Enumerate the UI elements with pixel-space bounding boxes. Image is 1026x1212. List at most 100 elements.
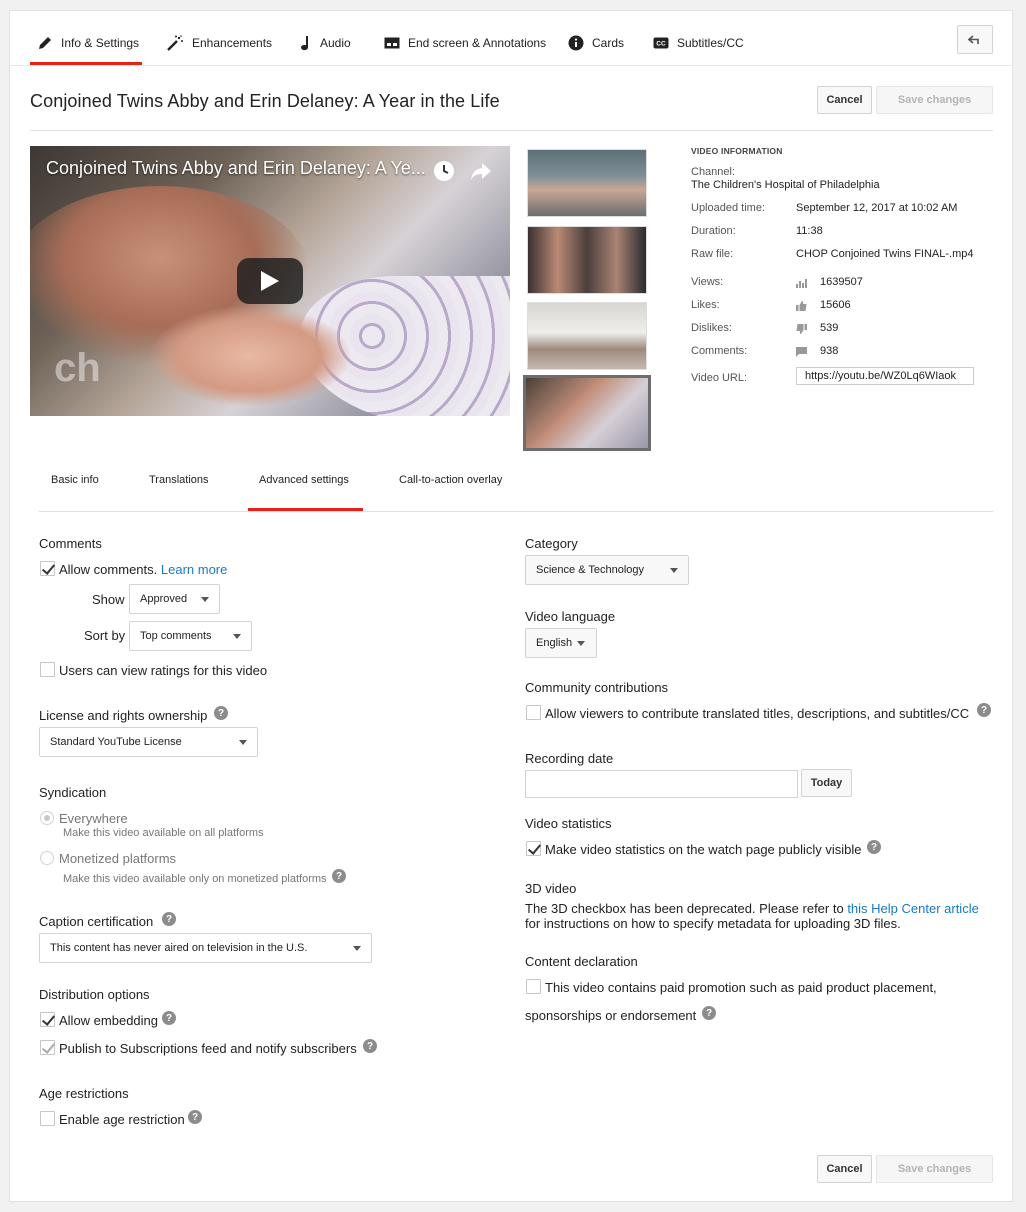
save-changes-button-bottom[interactable]: Save changes	[876, 1155, 993, 1183]
divider	[10, 65, 1012, 66]
age-restriction-checkbox[interactable]	[40, 1111, 55, 1126]
caption-select[interactable]: This content has never aired on televisi…	[39, 933, 372, 963]
stats-visible-checkbox[interactable]	[526, 841, 541, 856]
allow-comments-checkbox[interactable]	[40, 561, 55, 576]
channel-label: Channel:	[691, 166, 736, 178]
cc-icon: CC	[653, 37, 669, 49]
page-title: Conjoined Twins Abby and Erin Delaney: A…	[30, 91, 500, 111]
likes-label: Likes:	[691, 299, 720, 311]
channel-value: The Children's Hospital of Philadelphia	[691, 179, 880, 191]
paid-promotion-checkbox[interactable]	[526, 979, 541, 994]
video-player[interactable]: Conjoined Twins Abby and Erin Delaney: A…	[30, 146, 510, 416]
watch-later-icon[interactable]	[433, 160, 455, 182]
help-icon[interactable]: ?	[977, 703, 991, 717]
tab-enhancements[interactable]: Enhancements	[166, 31, 272, 55]
back-arrow-icon	[968, 34, 979, 44]
help-icon[interactable]: ?	[162, 912, 176, 926]
sort-comments-select[interactable]: Top comments	[129, 621, 252, 651]
cancel-button[interactable]: Cancel	[817, 86, 872, 114]
license-heading: License and rights ownership	[39, 708, 208, 723]
allow-embedding-label: Allow embedding	[59, 1013, 159, 1028]
tab-basic-info[interactable]: Basic info	[51, 474, 99, 486]
tab-cards[interactable]: Cards	[568, 31, 624, 55]
chevron-down-icon	[577, 641, 585, 646]
learn-more-link[interactable]: Learn more	[161, 562, 227, 577]
tab-audio[interactable]: Audio	[300, 31, 351, 55]
language-select[interactable]: English	[525, 628, 597, 658]
tab-end-screen[interactable]: End screen & Annotations	[384, 31, 546, 55]
tab-advanced-settings[interactable]: Advanced settings	[259, 474, 349, 486]
license-select[interactable]: Standard YouTube License	[39, 727, 258, 757]
video-editor-card: Info & Settings Enhancements Audio End s…	[9, 10, 1013, 1202]
sort-by-label: Sort by	[84, 628, 126, 643]
video-url-field[interactable]: https://youtu.be/WZ0Lq6WIaok	[796, 367, 974, 385]
raw-file-value: CHOP Conjoined Twins FINAL-.mp4	[796, 248, 974, 260]
thumbs-down-icon	[796, 324, 807, 334]
community-label: Allow viewers to contribute translated t…	[545, 706, 970, 721]
play-button[interactable]	[237, 258, 303, 304]
age-restriction-label: Enable age restriction	[59, 1112, 185, 1127]
tab-call-to-action[interactable]: Call-to-action overlay	[399, 474, 502, 486]
thumbnail-option-2[interactable]	[527, 226, 647, 294]
select-value: Science & Technology	[536, 564, 645, 576]
share-icon[interactable]	[470, 161, 492, 181]
comments-label: Comments:	[691, 345, 748, 357]
thumbs-up-icon	[796, 301, 807, 311]
select-value: English	[536, 637, 573, 649]
monetized-label: Monetized platforms	[59, 851, 177, 866]
thumbnail-option-1[interactable]	[527, 149, 647, 217]
tab-label: Enhancements	[192, 36, 273, 50]
recording-date-input[interactable]	[525, 770, 798, 798]
caption-heading: Caption certification	[39, 914, 154, 929]
community-heading: Community contributions	[525, 680, 669, 695]
comments-heading: Comments	[39, 536, 102, 551]
paid-promotion-label-cont: sponsorships or endorsement	[525, 1008, 697, 1023]
help-icon[interactable]: ?	[867, 840, 881, 854]
monetized-radio[interactable]	[40, 851, 54, 865]
tab-label: Info & Settings	[61, 36, 140, 50]
allow-comments-text: Allow comments.	[59, 562, 158, 577]
tab-label: Subtitles/CC	[677, 36, 744, 50]
dislikes-value: 539	[820, 322, 839, 334]
help-icon[interactable]: ?	[363, 1039, 377, 1053]
save-changes-button[interactable]: Save changes	[876, 86, 993, 114]
magic-wand-icon	[167, 35, 183, 51]
category-select[interactable]: Science & Technology	[525, 555, 689, 585]
thumbnail-option-selected[interactable]	[523, 375, 651, 451]
help-icon[interactable]: ?	[332, 869, 346, 883]
help-icon[interactable]: ?	[188, 1110, 202, 1124]
tab-translations[interactable]: Translations	[149, 474, 209, 486]
3d-notice-line1: The 3D checkbox has been deprecated. Ple…	[525, 901, 979, 916]
raw-file-label: Raw file:	[691, 248, 734, 260]
community-checkbox[interactable]	[526, 705, 541, 720]
3d-notice-line2: for instructions on how to specify metad…	[525, 916, 901, 931]
chevron-down-icon	[670, 568, 678, 573]
view-ratings-checkbox[interactable]	[40, 662, 55, 677]
tab-label: End screen & Annotations	[408, 36, 547, 50]
tab-subtitles[interactable]: CC Subtitles/CC	[653, 31, 744, 55]
allow-embedding-checkbox[interactable]	[40, 1012, 55, 1027]
comment-icon	[796, 347, 807, 357]
cancel-button-bottom[interactable]: Cancel	[817, 1155, 872, 1183]
end-screen-icon	[384, 37, 400, 49]
publish-subscriptions-checkbox[interactable]	[40, 1040, 55, 1055]
3d-heading: 3D video	[525, 881, 577, 896]
everywhere-description: Make this video available on all platfor…	[63, 827, 264, 839]
today-button[interactable]: Today	[801, 769, 852, 797]
help-icon[interactable]: ?	[162, 1011, 176, 1025]
chevron-down-icon	[239, 740, 247, 745]
back-button[interactable]	[957, 25, 993, 54]
show-comments-select[interactable]: Approved	[129, 584, 220, 614]
stats-visible-label: Make video statistics on the watch page …	[545, 842, 862, 857]
help-center-link[interactable]: this Help Center article	[847, 901, 979, 916]
video-info-heading: VIDEO INFORMATION	[691, 146, 783, 156]
distribution-heading: Distribution options	[39, 987, 150, 1002]
tab-info-settings[interactable]: Info & Settings	[37, 31, 139, 55]
views-value: 1639507	[820, 276, 863, 288]
duration-label: Duration:	[691, 225, 736, 237]
stats-heading: Video statistics	[525, 816, 612, 831]
help-icon[interactable]: ?	[214, 706, 228, 720]
help-icon[interactable]: ?	[702, 1006, 716, 1020]
thumbnail-option-3[interactable]	[527, 302, 647, 370]
everywhere-radio[interactable]	[40, 811, 54, 825]
